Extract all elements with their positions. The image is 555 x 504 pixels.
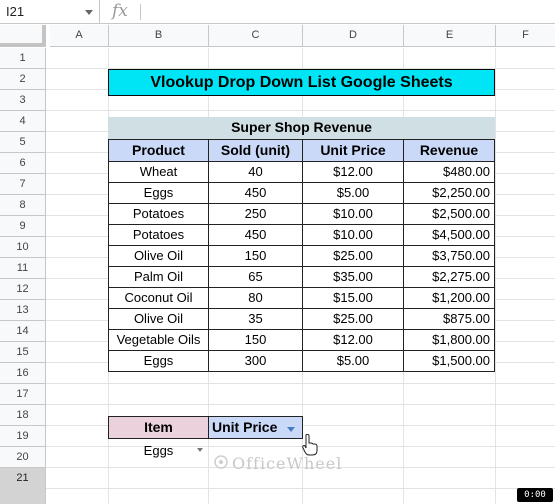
formula-bar: I21 fx	[0, 0, 555, 24]
col-header-f[interactable]: F	[496, 25, 555, 47]
row-header[interactable]: 7	[0, 174, 46, 195]
row-header[interactable]: 16	[0, 363, 46, 384]
row-header[interactable]: 6	[0, 153, 46, 174]
unit-price-label: Unit Price	[212, 419, 278, 435]
product-cell[interactable]: Eggs	[108, 350, 209, 372]
row-header[interactable]: 13	[0, 300, 46, 321]
table-header-product[interactable]: Product	[108, 139, 209, 162]
row-header[interactable]: 8	[0, 195, 46, 216]
hand-pointer-icon	[302, 434, 318, 456]
row-header[interactable]: 19	[0, 426, 46, 447]
timer-badge: 0:00	[517, 488, 553, 502]
unit-price-cell[interactable]: $12.00	[302, 329, 404, 351]
product-cell[interactable]: Palm Oil	[108, 266, 209, 288]
row-header[interactable]: 15	[0, 342, 46, 363]
name-box-value: I21	[6, 4, 25, 19]
item-dropdown-cell[interactable]: Eggs	[108, 440, 209, 461]
select-all-corner[interactable]	[0, 25, 46, 47]
table-header-unit-price[interactable]: Unit Price	[302, 139, 404, 162]
unit-price-dropdown[interactable]: Unit Price	[208, 416, 303, 439]
product-cell[interactable]: Coconut Oil	[108, 287, 209, 309]
col-header-e[interactable]: E	[404, 25, 496, 47]
row-header[interactable]: 18	[0, 405, 46, 426]
sold-cell[interactable]: 150	[208, 329, 303, 351]
fx-icon: fx	[112, 1, 128, 21]
sold-cell[interactable]: 65	[208, 266, 303, 288]
sold-cell[interactable]: 80	[208, 287, 303, 309]
row-header[interactable]: 1	[0, 48, 46, 69]
unit-price-cell[interactable]: $10.00	[302, 224, 404, 246]
sold-cell[interactable]: 450	[208, 224, 303, 246]
item-value: Eggs	[143, 443, 174, 458]
row-header[interactable]: 4	[0, 111, 46, 132]
row-header[interactable]: 10	[0, 237, 46, 258]
unit-price-cell[interactable]: $35.00	[302, 266, 404, 288]
sold-cell[interactable]: 150	[208, 245, 303, 267]
unit-price-cell[interactable]: $15.00	[302, 287, 404, 309]
sold-cell[interactable]: 40	[208, 161, 303, 183]
sold-cell[interactable]: 300	[208, 350, 303, 372]
grid-line	[495, 48, 496, 504]
row-header[interactable]: 3	[0, 90, 46, 111]
table-caption[interactable]: Super Shop Revenue	[108, 117, 495, 139]
product-cell[interactable]: Vegetable Oils	[108, 329, 209, 351]
product-cell[interactable]: Eggs	[108, 182, 209, 204]
row-header[interactable]: 5	[0, 132, 46, 153]
revenue-cell[interactable]: $4,500.00	[403, 224, 495, 246]
sold-cell[interactable]: 450	[208, 182, 303, 204]
watermark: OfficeWheel	[232, 454, 343, 473]
revenue-cell[interactable]: $480.00	[403, 161, 495, 183]
row-header[interactable]: 17	[0, 384, 46, 405]
col-header-b[interactable]: B	[109, 25, 209, 47]
unit-price-cell[interactable]: $5.00	[302, 182, 404, 204]
revenue-cell[interactable]: $3,750.00	[403, 245, 495, 267]
revenue-cell[interactable]: $1,800.00	[403, 329, 495, 351]
unit-price-cell[interactable]: $5.00	[302, 350, 404, 372]
sold-cell[interactable]: 250	[208, 203, 303, 225]
chevron-down-icon[interactable]	[85, 10, 93, 15]
name-box[interactable]: I21	[0, 0, 100, 24]
revenue-cell[interactable]: $2,500.00	[403, 203, 495, 225]
col-header-a[interactable]: A	[50, 25, 109, 47]
revenue-cell[interactable]: $1,500.00	[403, 350, 495, 372]
col-header-d[interactable]: D	[303, 25, 404, 47]
row-header[interactable]: 12	[0, 279, 46, 300]
product-cell[interactable]: Potatoes	[108, 203, 209, 225]
unit-price-cell[interactable]: $12.00	[302, 161, 404, 183]
revenue-cell[interactable]: $875.00	[403, 308, 495, 330]
sold-cell[interactable]: 35	[208, 308, 303, 330]
unit-price-cell[interactable]: $25.00	[302, 308, 404, 330]
product-cell[interactable]: Olive Oil	[108, 245, 209, 267]
officewheel-logo-icon	[214, 455, 228, 469]
row-header[interactable]: 2	[0, 69, 46, 90]
row-header-selected[interactable]: 21	[0, 468, 46, 504]
col-header-c[interactable]: C	[209, 25, 303, 47]
table-header-revenue[interactable]: Revenue	[403, 139, 495, 162]
table-header-sold[interactable]: Sold (unit)	[208, 139, 303, 162]
item-label-cell[interactable]: Item	[108, 416, 209, 439]
product-cell[interactable]: Olive Oil	[108, 308, 209, 330]
row-header[interactable]: 20	[0, 447, 46, 468]
unit-price-cell[interactable]: $25.00	[302, 245, 404, 267]
revenue-cell[interactable]: $2,275.00	[403, 266, 495, 288]
revenue-cell[interactable]: $2,250.00	[403, 182, 495, 204]
dropdown-arrow-icon[interactable]	[287, 427, 295, 432]
unit-price-cell[interactable]: $10.00	[302, 203, 404, 225]
row-header[interactable]: 11	[0, 258, 46, 279]
revenue-cell[interactable]: $1,200.00	[403, 287, 495, 309]
formula-separator	[140, 4, 141, 20]
sheet-title[interactable]: Vlookup Drop Down List Google Sheets	[108, 69, 495, 96]
product-cell[interactable]: Potatoes	[108, 224, 209, 246]
product-cell[interactable]: Wheat	[108, 161, 209, 183]
row-header[interactable]: 14	[0, 321, 46, 342]
row-header[interactable]: 9	[0, 216, 46, 237]
dropdown-arrow-icon[interactable]	[197, 448, 203, 452]
